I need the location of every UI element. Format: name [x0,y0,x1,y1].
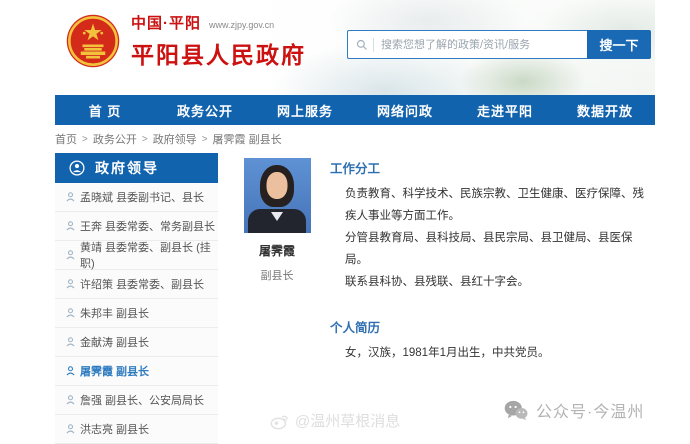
leader-detail-text: 工作分工 负责教育、科学技术、民族宗教、卫生健康、医疗保障、残疾人事业等方面工作… [317,158,655,364]
sidebar-title: 政府领导 [55,153,218,183]
sidebar-leader-list: 孟晓斌 县委副书记、县长王奔 县委常委、常务副县长黄靖 县委常委、副县长 (挂职… [55,183,218,444]
site-brand: 中国·平阳 www.zjpy.gov.cn 平阳县人民政府 [65,12,306,70]
leader-badge-icon [69,160,85,176]
breadcrumb-current: 屠霁霞 副县长 [213,131,282,147]
leader-post: 副县长 [237,267,317,283]
nav-item-home[interactable]: 首 页 [55,95,155,125]
page: 中国·平阳 www.zjpy.gov.cn 平阳县人民政府 搜一下 [0,0,690,444]
site-tagline: 中国·平阳 [131,12,201,33]
nav-item-online-services[interactable]: 网上服务 [255,95,355,125]
person-icon [66,308,75,318]
leader-name: 屠霁霞 [237,242,317,259]
sidebar-leader-item[interactable]: 朱邦丰 副县长 [55,299,218,328]
person-icon [66,221,75,231]
national-emblem-icon [65,13,121,69]
leader-photo [244,158,311,233]
search-input[interactable] [381,39,579,51]
work-division-line: 分管县教育局、县科技局、县民宗局、县卫健局、县医保局。 [330,227,655,271]
person-icon [66,424,75,434]
person-icon [66,337,75,347]
sidebar-leader-item[interactable]: 许绍策 县委常委、副县长 [55,270,218,299]
sidebar-leader-label: 屠霁霞 副县长 [80,363,149,379]
section-heading-work-division: 工作分工 [330,158,655,177]
main-nav: 首 页 政务公开 网上服务 网络问政 走进平阳 数据开放 [55,95,655,125]
breadcrumb-home[interactable]: 首页 [55,131,77,147]
photo-collar [271,212,283,221]
sidebar-leader-label: 许绍策 县委常委、副县长 [80,276,204,292]
sidebar-leader-item[interactable]: 洪志亮 副县长 [55,415,218,444]
sidebar-leader-label: 朱邦丰 副县长 [80,305,149,321]
work-division-line: 联系县科协、县残联、县红十字会。 [330,271,655,293]
sidebar-leader-label: 金献涛 副县长 [80,334,149,350]
nav-item-about-pingyang[interactable]: 走进平阳 [455,95,555,125]
work-division-line: 负责教育、科学技术、民族宗教、卫生健康、医疗保障、残疾人事业等方面工作。 [330,183,655,227]
bio-line: 女，汉族，1981年1月出生，中共党员。 [330,342,655,364]
search-button[interactable]: 搜一下 [587,30,651,59]
person-icon [66,192,75,202]
breadcrumb: 首页 > 政务公开 > 政府领导 > 屠霁霞 副县长 [55,125,655,153]
person-icon [66,395,75,405]
nav-item-gov-info[interactable]: 政务公开 [155,95,255,125]
sidebar-title-label: 政府领导 [95,158,159,178]
sidebar-leader-item[interactable]: 詹强 副县长、公安局局长 [55,386,218,415]
sidebar-leader-label: 王奔 县委常委、常务副县长 [80,218,215,234]
breadcrumb-separator: > [202,134,208,145]
person-icon [66,250,75,260]
person-icon [66,279,75,289]
nav-item-public-inquiry[interactable]: 网络问政 [355,95,455,125]
site-shell: 中国·平阳 www.zjpy.gov.cn 平阳县人民政府 搜一下 [55,0,655,444]
brand-text: 中国·平阳 www.zjpy.gov.cn 平阳县人民政府 [131,12,306,70]
sidebar: 政府领导 孟晓斌 县委副书记、县长王奔 县委常委、常务副县长黄靖 县委常委、副县… [55,153,218,444]
breadcrumb-separator: > [82,134,88,145]
sidebar-leader-item[interactable]: 屠霁霞 副县长 [55,357,218,386]
sidebar-leader-item[interactable]: 黄靖 县委常委、副县长 (挂职) [55,241,218,270]
site-header: 中国·平阳 www.zjpy.gov.cn 平阳县人民政府 搜一下 [55,0,655,95]
nav-item-open-data[interactable]: 数据开放 [555,95,655,125]
sidebar-leader-label: 洪志亮 副县长 [80,421,149,437]
person-icon [66,366,75,376]
sidebar-leader-label: 黄靖 县委常委、副县长 (挂职) [80,239,218,271]
site-url: www.zjpy.gov.cn [209,20,274,30]
sidebar-leader-label: 詹强 副县长、公安局局长 [80,392,204,408]
breadcrumb-gov-leaders[interactable]: 政府领导 [153,131,197,147]
section-heading-bio: 个人简历 [330,317,655,336]
breadcrumb-separator: > [142,134,148,145]
site-title: 平阳县人民政府 [131,36,306,70]
main-area: 政府领导 孟晓斌 县委副书记、县长王奔 县委常委、常务副县长黄靖 县委常委、副县… [55,153,655,444]
leader-detail: 屠霁霞 副县长 工作分工 负责教育、科学技术、民族宗教、卫生健康、医疗保障、残疾… [218,153,655,364]
sidebar-leader-item[interactable]: 王奔 县委常委、常务副县长 [55,212,218,241]
sidebar-leader-item[interactable]: 孟晓斌 县委副书记、县长 [55,183,218,212]
search-bar: 搜一下 [347,30,651,59]
search-icon [356,39,368,51]
photo-face [267,172,288,199]
section-gap [330,293,655,317]
sidebar-leader-item[interactable]: 金献涛 副县长 [55,328,218,357]
search-divider [373,38,374,52]
search-box [347,30,587,59]
leader-photo-column: 屠霁霞 副县长 [237,158,317,364]
breadcrumb-gov-info[interactable]: 政务公开 [93,131,137,147]
sidebar-leader-label: 孟晓斌 县委副书记、县长 [80,189,204,205]
